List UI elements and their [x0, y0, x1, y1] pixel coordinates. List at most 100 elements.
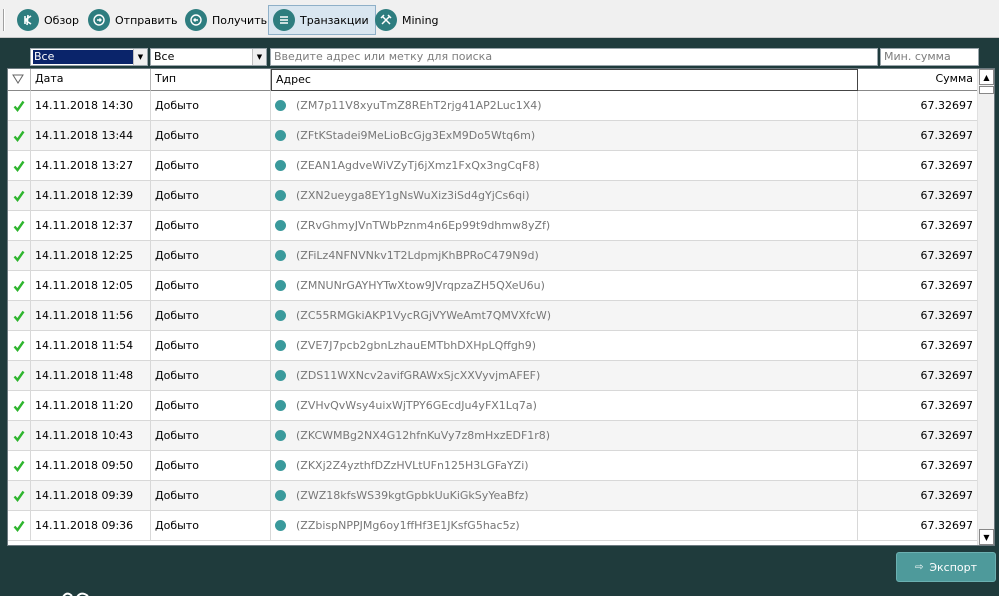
- amount-cell: 67.32697: [858, 121, 978, 150]
- type-cell: Добыто: [151, 121, 271, 150]
- amount-cell: 67.32697: [858, 211, 978, 240]
- table-body: 14.11.2018 14:30 Добыто (ZM7p11V8xyuTmZ8RE…: [8, 91, 978, 541]
- mined-icon: [275, 160, 286, 171]
- export-label: Экспорт: [929, 560, 978, 574]
- table-row[interactable]: 14.11.2018 12:25 Добыто (ZFiLz4NFNVNkv1T2L…: [8, 241, 978, 271]
- tab-send[interactable]: Отправить: [83, 5, 185, 35]
- type-filter-value: Все: [154, 50, 175, 63]
- mined-icon: [275, 190, 286, 201]
- column-header-date[interactable]: Дата: [31, 69, 151, 91]
- type-cell: Добыто: [151, 361, 271, 390]
- status-cell: [8, 241, 31, 270]
- address-text: (ZRvGhmyJVnTWbPznm4n6Ep99t9dhmw8yZf): [296, 219, 551, 232]
- type-cell: Добыто: [151, 91, 271, 120]
- amount-cell: 67.32697: [858, 421, 978, 450]
- main-toolbar: Обзор Отправить Получить Транзакции Mini…: [0, 0, 999, 38]
- tab-transactions-label: Транзакции: [300, 13, 369, 27]
- type-filter-select[interactable]: Все ▼: [150, 48, 267, 66]
- table-row[interactable]: 14.11.2018 09:39 Добыто (ZWZ18kfsWS39kgtGp…: [8, 481, 978, 511]
- type-cell: Добыто: [151, 511, 271, 540]
- sort-icon: [12, 74, 24, 84]
- amount-cell: 67.32697: [858, 361, 978, 390]
- type-cell: Добыто: [151, 271, 271, 300]
- table-row[interactable]: 14.11.2018 09:50 Добыто (ZKXj2Z4yzthfDZzHV…: [8, 451, 978, 481]
- address-cell: (ZDS11WXNcv2avifGRAWxSjcXXVyvjmAFEF): [271, 361, 858, 390]
- date-cell: 14.11.2018 11:20: [31, 391, 151, 420]
- mined-icon: [275, 310, 286, 321]
- address-cell: (ZC55RMGkiAKP1VycRGjVYWeAmt7QMVXfcW): [271, 301, 858, 330]
- status-cell: [8, 421, 31, 450]
- table-row[interactable]: 14.11.2018 11:48 Добыто (ZDS11WXNcv2avifGR…: [8, 361, 978, 391]
- status-cell: [8, 181, 31, 210]
- type-cell: Добыто: [151, 331, 271, 360]
- tab-mining[interactable]: Mining: [370, 5, 446, 35]
- table-row[interactable]: 14.11.2018 11:54 Добыто (ZVE7J7pcb2gbnLzha…: [8, 331, 978, 361]
- mined-icon: [275, 100, 286, 111]
- address-cell: (ZKCWMBg2NX4G12hfnKuVy7z8mHxzEDF1r8): [271, 421, 858, 450]
- table-row[interactable]: 14.11.2018 09:36 Добыто (ZZbispNPPJMg6oy1f…: [8, 511, 978, 541]
- table-row[interactable]: 14.11.2018 12:37 Добыто (ZRvGhmyJVnTWbPznm…: [8, 211, 978, 241]
- table-row[interactable]: 14.11.2018 11:20 Добыто (ZVHvQvWsy4uixWjTP…: [8, 391, 978, 421]
- table-row[interactable]: 14.11.2018 12:05 Добыто (ZMNUNrGAYHYTwXtow…: [8, 271, 978, 301]
- check-icon: [13, 400, 25, 412]
- date-cell: 14.11.2018 10:43: [31, 421, 151, 450]
- status-cell: [8, 451, 31, 480]
- address-cell: (ZMNUNrGAYHYTwXtow9JVrqpzaZH5QXeU6u): [271, 271, 858, 300]
- overview-icon: [17, 9, 39, 31]
- address-cell: (ZFiLz4NFNVNkv1T2LdpmjKhBPRoC479N9d): [271, 241, 858, 270]
- table-row[interactable]: 14.11.2018 13:27 Добыто (ZEAN1AgdveWiVZyTj…: [8, 151, 978, 181]
- scroll-up-icon[interactable]: ▲: [979, 69, 994, 85]
- column-header-status[interactable]: [8, 69, 31, 91]
- tab-transactions[interactable]: Транзакции: [268, 5, 376, 35]
- mined-icon: [275, 250, 286, 261]
- table-row[interactable]: 14.11.2018 11:56 Добыто (ZC55RMGkiAKP1VycR…: [8, 301, 978, 331]
- check-icon: [13, 520, 25, 532]
- amount-cell: 67.32697: [858, 181, 978, 210]
- scrollbar-thumb[interactable]: [979, 86, 994, 94]
- address-text: (ZM7p11V8xyuTmZ8REhT2rjg41AP2Luc1X4): [296, 99, 542, 112]
- status-cell: [8, 511, 31, 540]
- date-filter-select[interactable]: Все ▼: [30, 48, 148, 66]
- column-header-address[interactable]: Адрес: [271, 69, 858, 91]
- table-row[interactable]: 14.11.2018 12:39 Добыто (ZXN2ueyga8EY1gNsW…: [8, 181, 978, 211]
- table-row[interactable]: 14.11.2018 13:44 Добыто (ZFtKStadei9MeLioB…: [8, 121, 978, 151]
- type-cell: Добыто: [151, 301, 271, 330]
- tab-receive[interactable]: Получить: [180, 5, 274, 35]
- address-text: (ZZbispNPPJMg6oy1ffHf3E1JKsfG5hac5z): [296, 519, 520, 532]
- receive-icon: [185, 9, 207, 31]
- transactions-icon: [273, 9, 295, 31]
- status-cell: [8, 271, 31, 300]
- chevron-down-icon[interactable]: ▼: [133, 49, 147, 65]
- date-cell: 14.11.2018 14:30: [31, 91, 151, 120]
- type-cell: Добыто: [151, 211, 271, 240]
- status-cell: [8, 481, 31, 510]
- table-row[interactable]: 14.11.2018 10:43 Добыто (ZKCWMBg2NX4G12hfn…: [8, 421, 978, 451]
- send-icon: [88, 9, 110, 31]
- status-cell: [8, 331, 31, 360]
- scroll-down-icon[interactable]: ▼: [979, 529, 994, 545]
- table-header: Дата Тип Адрес Сумма: [8, 69, 978, 91]
- mining-icon: [375, 9, 397, 31]
- export-icon: ⇨: [914, 561, 924, 573]
- check-icon: [13, 370, 25, 382]
- mined-icon: [275, 460, 286, 471]
- date-cell: 14.11.2018 11:56: [31, 301, 151, 330]
- min-amount-input[interactable]: Мин. сумма: [880, 48, 979, 66]
- tab-overview[interactable]: Обзор: [12, 5, 86, 35]
- check-icon: [13, 100, 25, 112]
- amount-cell: 67.32697: [858, 481, 978, 510]
- search-input[interactable]: Введите адрес или метку для поиска: [270, 48, 878, 66]
- check-icon: [13, 430, 25, 442]
- address-cell: (ZM7p11V8xyuTmZ8REhT2rjg41AP2Luc1X4): [271, 91, 858, 120]
- vertical-scrollbar[interactable]: ▲ ▼: [977, 69, 994, 545]
- address-cell: (ZRvGhmyJVnTWbPznm4n6Ep99t9dhmw8yZf): [271, 211, 858, 240]
- chevron-down-icon[interactable]: ▼: [252, 49, 266, 65]
- column-header-type[interactable]: Тип: [151, 69, 271, 91]
- table-row[interactable]: 14.11.2018 14:30 Добыто (ZM7p11V8xyuTmZ8RE…: [8, 91, 978, 121]
- type-cell: Добыто: [151, 151, 271, 180]
- address-text: (ZC55RMGkiAKP1VycRGjVYWeAmt7QMVXfcW): [296, 309, 552, 322]
- mined-icon: [275, 490, 286, 501]
- export-button[interactable]: ⇨ Экспорт: [896, 552, 996, 582]
- check-icon: [13, 490, 25, 502]
- column-header-amount[interactable]: Сумма: [858, 69, 978, 91]
